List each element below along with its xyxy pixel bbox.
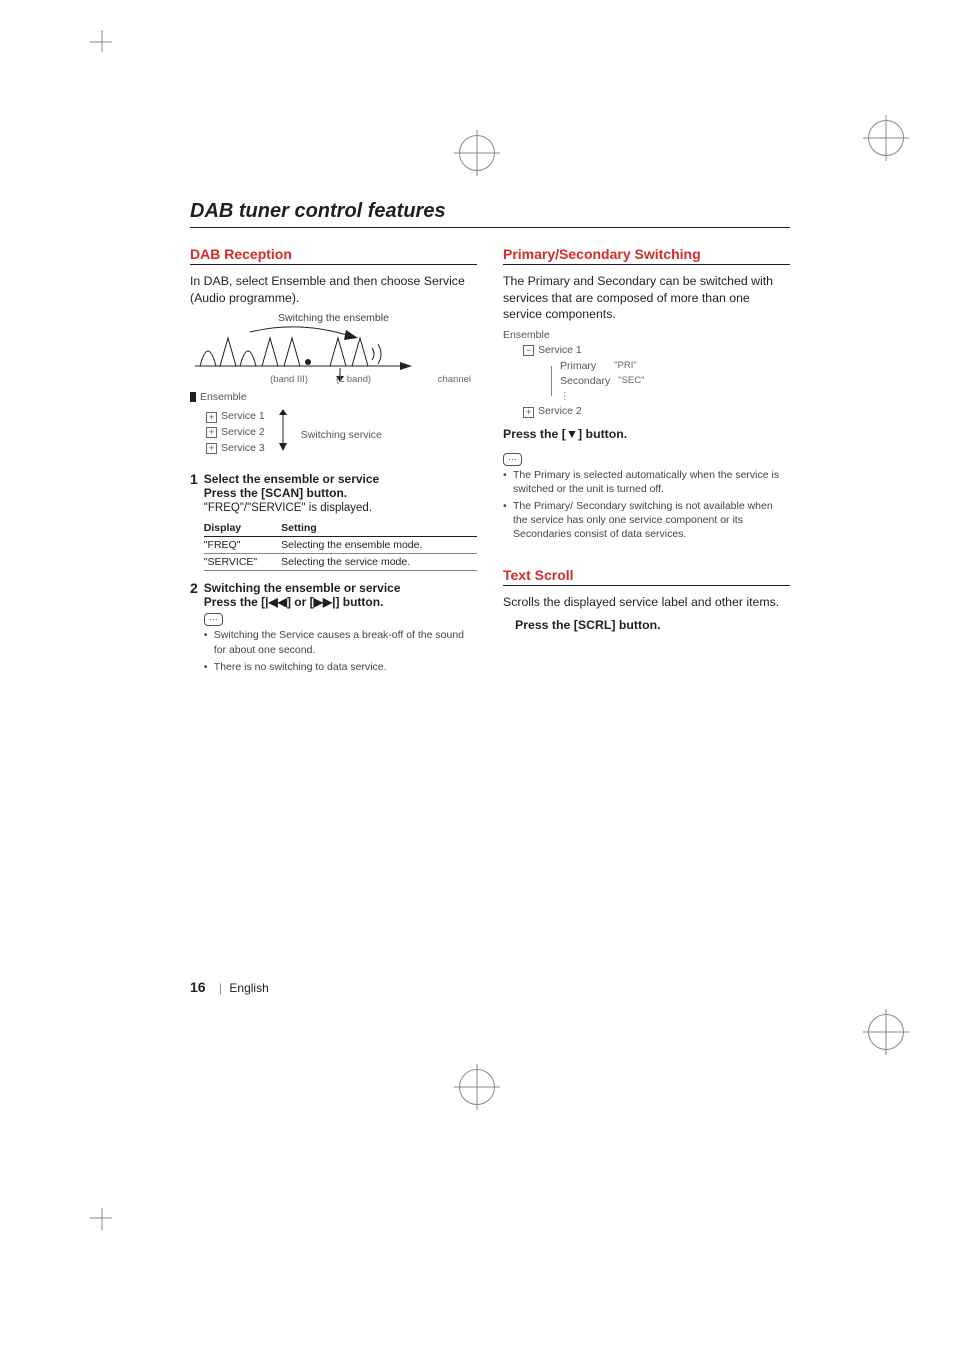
th-setting: Setting (281, 520, 477, 537)
crop-mark-bl (90, 1200, 120, 1230)
left-column: DAB Reception In DAB, select Ensemble an… (190, 246, 477, 677)
page-content: DAB tuner control features DAB Reception… (190, 200, 790, 677)
step-1-text: "FREQ"/"SERVICE" is displayed. (204, 502, 477, 514)
cell-service: "SERVICE" (204, 554, 281, 571)
page-title: DAB tuner control features (190, 200, 790, 228)
section-text-scroll: Text Scroll (503, 567, 790, 586)
section-dab-reception: DAB Reception (190, 246, 477, 265)
cell-freq-desc: Selecting the ensemble mode. (281, 537, 477, 554)
sec-quote: "SEC" (618, 374, 644, 390)
section-primary-secondary: Primary/Secondary Switching (503, 246, 790, 265)
plus-icon: + (206, 427, 217, 438)
page-number: 16 (190, 979, 206, 995)
dab-intro: In DAB, select Ensemble and then choose … (190, 273, 477, 306)
service-3: Service 3 (221, 441, 265, 457)
step-1-sub: Press the [SCAN] button. (204, 486, 477, 500)
table-row: "SERVICE" Selecting the service mode. (204, 554, 477, 571)
right-column: Primary/Secondary Switching The Primary … (503, 246, 790, 677)
register-mark-right-top (868, 120, 904, 156)
table-row: "FREQ" Selecting the ensemble mode. (204, 537, 477, 554)
step-2-title: Switching the ensemble or service (204, 581, 477, 595)
channel-text: channel (438, 374, 477, 385)
plus-icon: + (523, 407, 534, 418)
register-mark-bottom (459, 1069, 495, 1105)
note-item: The Primary/ Secondary switching is not … (503, 499, 790, 542)
note-icon: ⋯ (503, 453, 522, 466)
lband-label: (L band) (336, 374, 371, 385)
switching-ensemble-label: Switching the ensemble (190, 312, 477, 324)
press-scrl-instruction: Press the [SCRL] button. (503, 617, 790, 634)
step-2-notes: Switching the Service causes a break-off… (204, 628, 477, 674)
register-mark-right-bottom (868, 1014, 904, 1050)
cell-service-desc: Selecting the service mode. (281, 554, 477, 571)
step-1-number: 1 (190, 472, 198, 571)
note-item: Switching the Service causes a break-off… (204, 628, 477, 656)
service-2: Service 2 (221, 425, 265, 441)
minus-icon: − (523, 345, 534, 356)
note-item: There is no switching to data service. (204, 660, 477, 674)
step-2-number: 2 (190, 581, 198, 677)
primary-secondary-notes: The Primary is selected automatically wh… (503, 468, 790, 542)
cell-freq: "FREQ" (204, 537, 281, 554)
primary-secondary-intro: The Primary and Secondary can be switche… (503, 273, 790, 323)
service-1: Service 1 (221, 409, 265, 425)
ensemble-diagram: Switching the ensemble (190, 312, 477, 462)
ensemble-tree: −Service 1 Primary "PRI" Secondary "SEC" ⋮… (509, 343, 790, 420)
page-footer: 16 | English (190, 979, 269, 995)
tree-service-2: Service 2 (538, 404, 582, 420)
crop-mark-tl (90, 30, 120, 60)
tree-secondary: Secondary (560, 374, 610, 390)
step-1-title: Select the ensemble or service (204, 472, 477, 486)
switching-service-label: Switching service (301, 429, 382, 441)
band3-label: (band III) (270, 374, 308, 385)
step-1: 1 Select the ensemble or service Press t… (190, 472, 477, 571)
press-down-instruction: Press the [▼] button. (503, 426, 790, 443)
step-2-sub: Press the [|◀◀] or [▶▶|] button. (204, 595, 477, 609)
switching-service-arrow-icon (273, 407, 293, 457)
th-display: Display (204, 520, 281, 537)
footer-language: English (229, 981, 268, 995)
display-setting-table: Display Setting "FREQ" Selecting the ens… (204, 520, 477, 571)
tree-service-1: Service 1 (538, 343, 582, 359)
ensemble-label-row: Ensemble (190, 391, 477, 403)
note-item: The Primary is selected automatically wh… (503, 468, 790, 496)
text-scroll-intro: Scrolls the displayed service label and … (503, 594, 790, 611)
tree-primary: Primary (560, 359, 596, 375)
plus-icon: + (206, 443, 217, 454)
note-icon: ⋯ (204, 613, 223, 626)
ensemble-label-right: Ensemble (503, 329, 790, 341)
step-2: 2 Switching the ensemble or service Pres… (190, 581, 477, 677)
tree-dots: ⋮ (560, 390, 644, 404)
register-mark-top (459, 135, 495, 171)
ensemble-label: Ensemble (200, 391, 247, 403)
footer-separator: | (219, 981, 222, 995)
plus-icon: + (206, 412, 217, 423)
pri-quote: "PRI" (614, 359, 637, 375)
ensemble-marker-icon (190, 392, 196, 402)
